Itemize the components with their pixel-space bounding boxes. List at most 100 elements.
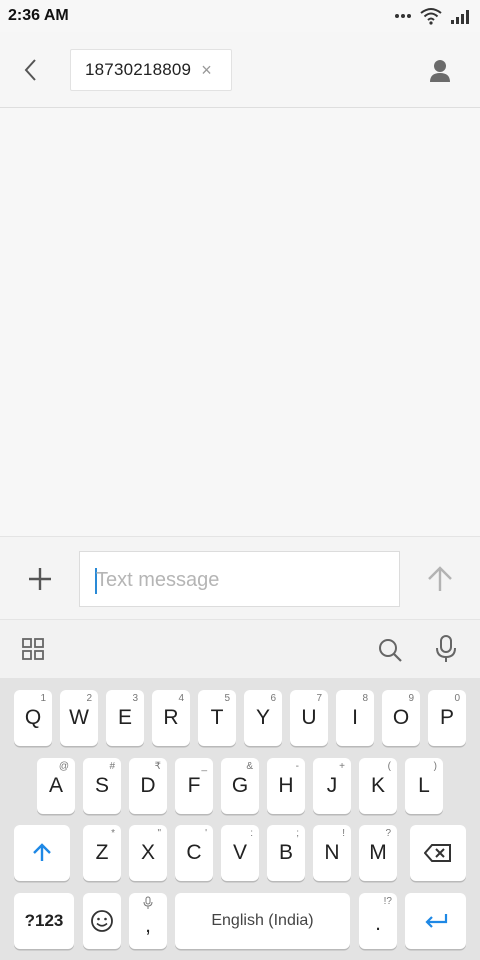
back-button[interactable] — [14, 54, 46, 86]
key-hint: # — [109, 761, 115, 772]
key-hint: ? — [385, 828, 391, 839]
key-h[interactable]: -H — [267, 758, 305, 814]
key-hint: ₹ — [154, 761, 161, 772]
key-label: P — [439, 706, 454, 729]
key-y[interactable]: 6Y — [244, 690, 282, 746]
search-icon[interactable] — [376, 636, 404, 664]
composer-bar — [0, 536, 480, 620]
emoji-key[interactable] — [83, 893, 121, 949]
key-n[interactable]: ! N — [313, 825, 351, 881]
enter-arrow-icon — [424, 914, 447, 928]
key-d[interactable]: ₹ D — [129, 758, 167, 814]
key-o[interactable]: 9O — [382, 690, 420, 746]
key-s[interactable]: # S — [83, 758, 121, 814]
key-m[interactable]: ? M — [359, 825, 397, 881]
key-j[interactable]: + J — [313, 758, 351, 814]
apps-grid-icon[interactable] — [20, 636, 46, 662]
key-label: Z — [95, 841, 109, 864]
key-k[interactable]: (K — [359, 758, 397, 814]
message-input[interactable] — [94, 552, 388, 608]
signal-icon — [451, 10, 469, 24]
key-label: U — [301, 706, 317, 729]
key-hint: * — [111, 828, 115, 839]
keyboard: 1Q2W3E4R5T6Y7U8I9O0P @ A # S ₹ D _ F & G - H + J(K) L … — [0, 678, 480, 960]
key-hint: ! — [342, 828, 345, 839]
symbols-key-label: ?123 — [24, 911, 64, 930]
key-hint: ; — [296, 828, 299, 839]
key-hint: 7 — [316, 693, 322, 704]
attach-button[interactable] — [22, 561, 58, 597]
key-label: I — [352, 706, 358, 729]
key-label: V — [232, 841, 247, 864]
key-hint: - — [295, 761, 299, 772]
key-label: X — [140, 841, 155, 864]
recipient-chip[interactable]: 18730218809 × — [70, 49, 232, 91]
key-x[interactable]: " X — [129, 825, 167, 881]
key-hint: " — [157, 828, 161, 839]
key-a[interactable]: @ A — [37, 758, 75, 814]
enter-key[interactable] — [405, 893, 466, 949]
key-label: C — [186, 841, 202, 864]
key-label: R — [163, 706, 179, 729]
key-u[interactable]: 7U — [290, 690, 328, 746]
key-label: H — [278, 774, 294, 797]
mic-icon[interactable] — [432, 634, 460, 664]
key-g[interactable]: & G — [221, 758, 259, 814]
status-icons — [394, 7, 472, 25]
shift-key[interactable] — [14, 825, 70, 881]
key-q[interactable]: 1Q — [14, 690, 52, 746]
key-w[interactable]: 2W — [60, 690, 98, 746]
conversation-header: 18730218809 × — [0, 32, 480, 108]
key-label: L — [418, 774, 430, 797]
key-label: D — [140, 774, 156, 797]
key-hint: 4 — [178, 693, 184, 704]
message-input-box[interactable] — [79, 551, 400, 608]
period-key-label: . — [375, 912, 381, 935]
key-i[interactable]: 8I — [336, 690, 374, 746]
key-label: F — [187, 774, 201, 797]
key-p[interactable]: 0P — [428, 690, 466, 746]
backspace-icon — [424, 844, 451, 862]
voice-hint-mic-icon — [143, 896, 153, 909]
key-hint: 9 — [408, 693, 414, 704]
key-label: T — [210, 706, 224, 729]
key-t[interactable]: 5T — [198, 690, 236, 746]
key-hint: 1 — [40, 693, 46, 704]
space-key[interactable]: English (India) — [175, 893, 350, 949]
key-hint: 2 — [86, 693, 92, 704]
key-label: W — [69, 706, 89, 729]
key-hint: : — [250, 828, 253, 839]
key-e[interactable]: 3E — [106, 690, 144, 746]
key-c[interactable]: ' C — [175, 825, 213, 881]
send-button[interactable] — [420, 559, 460, 599]
more-dots-icon — [395, 14, 411, 18]
comma-key[interactable]: , — [129, 893, 167, 949]
key-hint: ( — [387, 761, 391, 772]
key-hint: 8 — [362, 693, 368, 704]
key-label: E — [117, 706, 132, 729]
recipient-number: 18730218809 — [85, 60, 192, 79]
key-label: S — [94, 774, 109, 797]
period-key-hint: !? — [383, 896, 392, 907]
key-label: G — [231, 774, 249, 797]
key-hint: + — [339, 761, 345, 772]
key-hint: @ — [58, 761, 69, 772]
emoji-icon — [91, 910, 113, 932]
period-key[interactable]: !? . — [359, 893, 397, 949]
key-f[interactable]: _ F — [175, 758, 213, 814]
send-arrow-icon — [428, 566, 452, 591]
contact-person-icon — [430, 60, 450, 82]
key-b[interactable]: ; B — [267, 825, 305, 881]
comma-key-label: , — [145, 914, 151, 937]
key-r[interactable]: 4R — [152, 690, 190, 746]
key-l[interactable]: ) L — [405, 758, 443, 814]
key-label: A — [48, 774, 63, 797]
key-z[interactable]: * Z — [83, 825, 121, 881]
remove-recipient-icon[interactable]: × — [201, 61, 212, 79]
key-label: B — [278, 841, 293, 864]
contact-button[interactable] — [422, 54, 458, 88]
wifi-icon — [420, 8, 442, 25]
key-v[interactable]: :V — [221, 825, 259, 881]
symbols-key[interactable]: ?123 — [14, 893, 74, 949]
backspace-key[interactable] — [410, 825, 466, 881]
